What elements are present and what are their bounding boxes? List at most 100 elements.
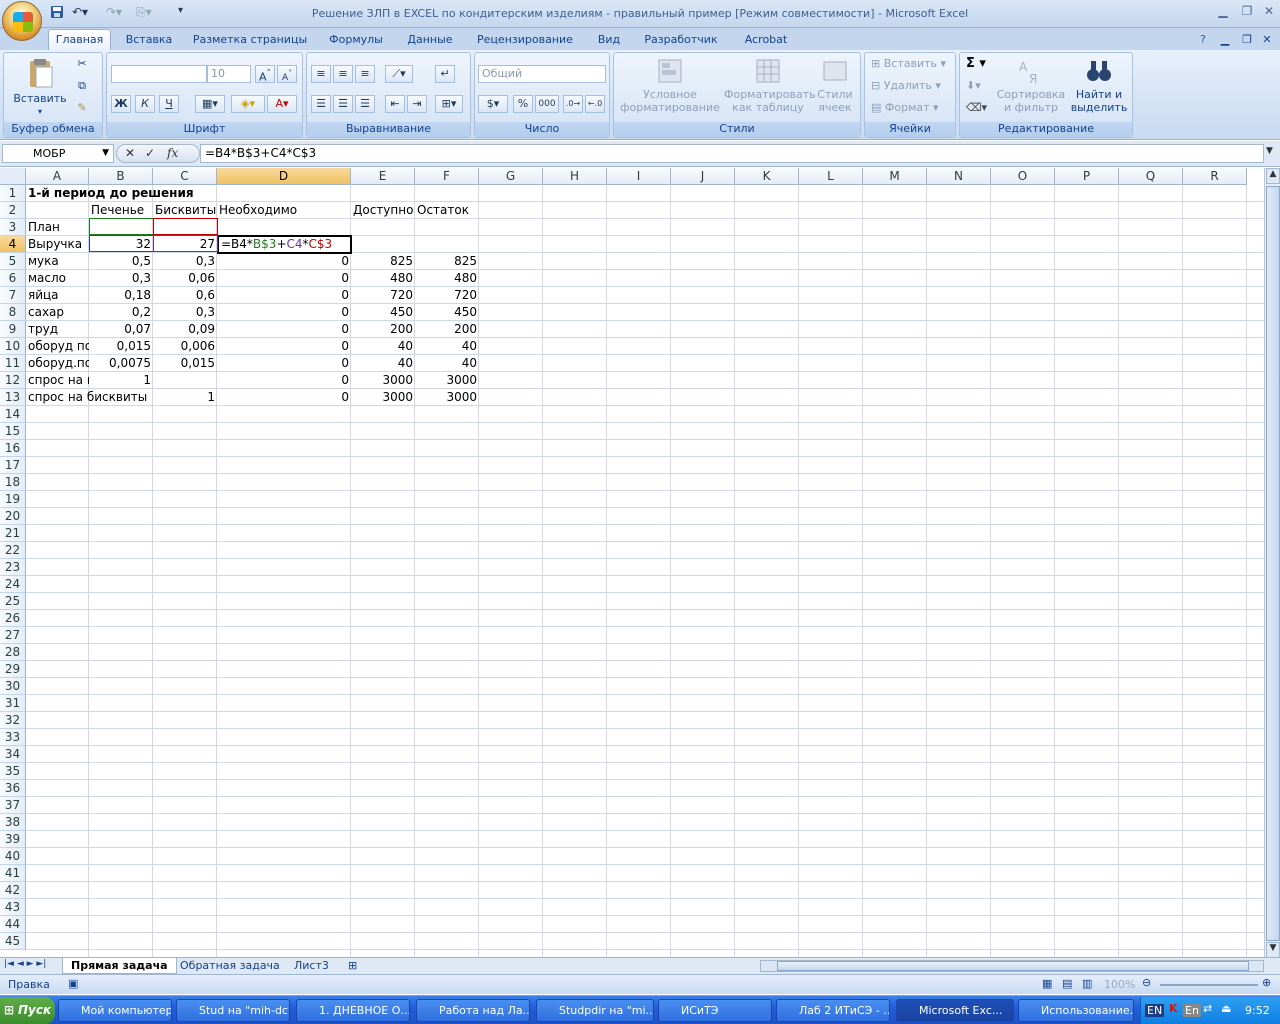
cell-e6[interactable]: 480 <box>351 270 415 287</box>
row-header-34[interactable]: 34 <box>0 746 26 763</box>
cell-c10[interactable]: 0,006 <box>153 338 217 355</box>
percent-button[interactable]: % <box>513 95 533 113</box>
cell-b8[interactable]: 0,2 <box>89 304 153 321</box>
network-icon[interactable]: ⇄ <box>1203 1002 1212 1015</box>
cell-a1[interactable]: 1-й период до решения <box>26 185 226 202</box>
row-header-10[interactable]: 10 <box>0 338 26 355</box>
name-box-dropdown-icon[interactable]: ▼ <box>102 145 109 162</box>
scroll-down-icon[interactable]: ▼ <box>1266 942 1280 958</box>
column-header-b[interactable]: B <box>89 168 153 185</box>
cell-c7[interactable]: 0,6 <box>153 287 217 304</box>
cell-f13[interactable]: 3000 <box>415 389 479 406</box>
tab-insert[interactable]: Вставка <box>118 32 180 50</box>
cell-a8[interactable]: сахар <box>26 304 89 321</box>
cell-f6[interactable]: 480 <box>415 270 479 287</box>
cell-f5[interactable]: 825 <box>415 253 479 270</box>
fill-icon[interactable]: ⬇▾ <box>966 79 981 92</box>
thousands-button[interactable]: 000 <box>535 95 559 113</box>
row-header-33[interactable]: 33 <box>0 729 26 746</box>
row-header-36[interactable]: 36 <box>0 780 26 797</box>
cell-e12[interactable]: 3000 <box>351 372 415 389</box>
cell-a12[interactable]: спрос на г <box>26 372 89 389</box>
tab-home[interactable]: Главная <box>48 29 111 50</box>
tab-acrobat[interactable]: Acrobat <box>736 32 796 50</box>
format-painter-icon[interactable]: ✎ <box>72 101 92 114</box>
insert-function-button[interactable]: fx <box>167 146 178 160</box>
cell-e10[interactable]: 40 <box>351 338 415 355</box>
worksheet-grid[interactable]: ABCDEFGHIJKLMNOPQR 1 2 3 4 5 6 7 8 9 10 11 12 13 14 15… <box>0 168 1264 958</box>
cell-f9[interactable]: 200 <box>415 321 479 338</box>
row-header-35[interactable]: 35 <box>0 763 26 780</box>
merge-center-icon[interactable]: ⊞▾ <box>435 95 463 113</box>
redo-icon[interactable]: ↷▾ <box>106 5 122 21</box>
cell-a6[interactable]: масло <box>26 270 89 287</box>
scroll-up-icon[interactable]: ▲ <box>1266 168 1280 184</box>
shrink-font-icon[interactable]: A˅ <box>277 65 297 83</box>
column-header-a[interactable]: A <box>26 168 89 185</box>
cell-f7[interactable]: 720 <box>415 287 479 304</box>
view-layout-icon[interactable]: ▤ <box>1062 977 1072 990</box>
row-header-9[interactable]: 9 <box>0 321 26 338</box>
sheet-tab-direct[interactable]: Прямая задача <box>62 958 177 974</box>
row-header-30[interactable]: 30 <box>0 678 26 695</box>
task-item[interactable]: Работа над Ла... <box>416 999 530 1022</box>
sheet-tab-3[interactable]: Лист3 <box>286 958 337 974</box>
row-header-14[interactable]: 14 <box>0 406 26 423</box>
row-header-3[interactable]: 3 <box>0 219 26 236</box>
cell-e8[interactable]: 450 <box>351 304 415 321</box>
cell-a11[interactable]: оборуд.по <box>26 355 89 372</box>
insert-cells-button[interactable]: ⊞ Вставить ▾ <box>871 57 946 70</box>
expand-formula-icon[interactable]: ▼ <box>1266 146 1278 162</box>
borders-icon[interactable]: ▦▾ <box>195 95 225 113</box>
cell-e7[interactable]: 720 <box>351 287 415 304</box>
task-item[interactable]: Studpdir на "mi... <box>536 999 654 1022</box>
cell-e9[interactable]: 200 <box>351 321 415 338</box>
row-header-21[interactable]: 21 <box>0 525 26 542</box>
keyboard-layout-icon[interactable]: En <box>1183 1004 1201 1017</box>
scroll-thumb[interactable] <box>1266 186 1280 941</box>
task-item[interactable]: Использование... <box>1018 999 1134 1022</box>
align-right-icon[interactable]: ☰ <box>355 95 375 113</box>
paste-button[interactable]: Вставить ▾ <box>12 57 68 119</box>
tab-developer[interactable]: Разработчик <box>636 32 726 50</box>
column-header-f[interactable]: F <box>415 168 479 185</box>
cell-b11[interactable]: 0,0075 <box>89 355 153 372</box>
cell-b5[interactable]: 0,5 <box>89 253 153 270</box>
bold-button[interactable]: Ж <box>111 95 131 113</box>
column-header-e[interactable]: E <box>351 168 415 185</box>
tab-formulas[interactable]: Формулы <box>322 32 390 50</box>
row-header-24[interactable]: 24 <box>0 576 26 593</box>
cell-f2[interactable]: Остаток <box>415 202 479 219</box>
enter-icon[interactable]: ✓ <box>145 146 155 160</box>
find-select-button[interactable]: Найти и выделить <box>1066 57 1132 114</box>
cell-c6[interactable]: 0,06 <box>153 270 217 287</box>
cell-f8[interactable]: 450 <box>415 304 479 321</box>
row-header-27[interactable]: 27 <box>0 627 26 644</box>
column-header-h[interactable]: H <box>543 168 607 185</box>
increase-indent-icon[interactable]: ⇥ <box>407 95 427 113</box>
cell-b2[interactable]: Печенье <box>89 202 153 219</box>
safely-remove-icon[interactable]: ⏏ <box>1221 1002 1231 1015</box>
customize-icon[interactable]: ▾ <box>178 5 183 21</box>
sheet-nav-icons[interactable]: |◄ ◄ ► ►| <box>4 959 46 969</box>
cell-styles-button[interactable]: Стили ячеек <box>812 57 858 114</box>
fill-color-icon[interactable]: ◈▾ <box>231 95 265 113</box>
row-header-23[interactable]: 23 <box>0 559 26 576</box>
row-header-2[interactable]: 2 <box>0 202 26 219</box>
row-header-11[interactable]: 11 <box>0 355 26 372</box>
cell-a13[interactable]: спрос на бисквиты <box>26 389 153 406</box>
italic-button[interactable]: К <box>135 95 155 113</box>
tab-review[interactable]: Рецензирование <box>470 32 580 50</box>
row-header-12[interactable]: 12 <box>0 372 26 389</box>
conditional-format-button[interactable]: Условное форматирование <box>616 57 724 114</box>
cut-icon[interactable]: ✂ <box>72 57 92 70</box>
zoom-level[interactable]: 100% <box>1104 978 1135 991</box>
tab-page-layout[interactable]: Разметка страницы <box>190 32 310 50</box>
autosum-icon[interactable]: Σ ▾ <box>966 57 986 70</box>
tab-view[interactable]: Вид <box>590 32 628 50</box>
wrap-text-icon[interactable]: ↵ <box>435 65 455 83</box>
row-header-6[interactable]: 6 <box>0 270 26 287</box>
copy-icon[interactable]: ⧉ <box>72 79 92 92</box>
vertical-scrollbar[interactable]: ▲ ▼ <box>1264 168 1280 958</box>
cell-d10[interactable]: 0 <box>217 338 351 355</box>
